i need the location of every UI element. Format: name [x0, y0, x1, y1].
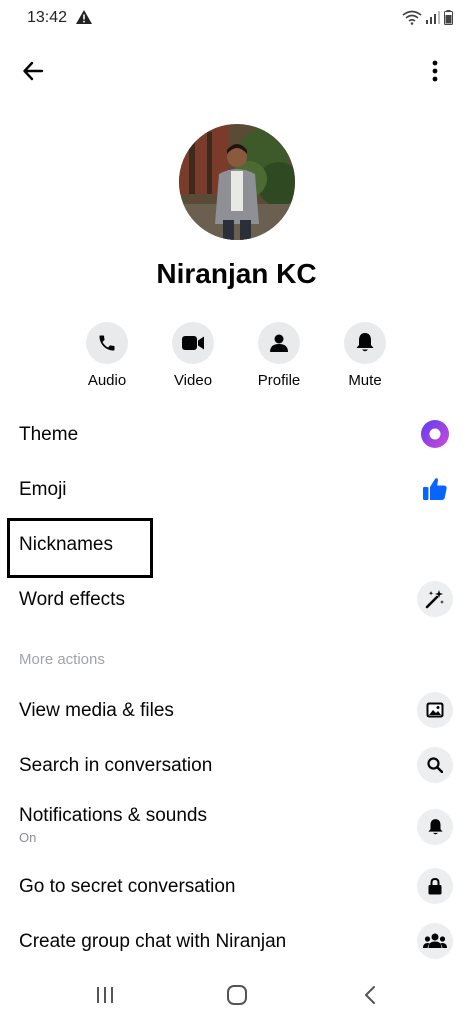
- home-icon: [227, 985, 247, 1005]
- image-icon: [417, 692, 453, 728]
- signal-icon: [426, 10, 440, 29]
- search-label: Search in conversation: [19, 755, 213, 776]
- more-actions-header: More actions: [19, 651, 105, 668]
- phone-icon: [86, 322, 128, 364]
- create-group-label: Create group chat with Niranjan: [19, 931, 287, 952]
- secret-conversation-label: Go to secret conversation: [19, 876, 236, 897]
- notifications-row[interactable]: Notifications & sounds On: [0, 789, 473, 855]
- emoji-label: Emoji: [19, 479, 67, 500]
- avatar[interactable]: [179, 124, 295, 240]
- profile-label: Profile: [257, 372, 301, 389]
- bell-icon: [417, 809, 453, 845]
- bell-icon: [344, 322, 386, 364]
- magic-wand-icon: [417, 581, 453, 617]
- theme-icon: [417, 416, 453, 452]
- emoji-row[interactable]: Emoji: [0, 463, 473, 517]
- audio-label: Audio: [87, 372, 127, 389]
- theme-label: Theme: [19, 424, 79, 445]
- thumbs-up-icon: [417, 471, 453, 507]
- system-back-button[interactable]: [350, 980, 390, 1010]
- view-media-row[interactable]: View media & files: [0, 684, 473, 738]
- wifi-icon: [402, 9, 422, 30]
- more-options-button[interactable]: [423, 54, 447, 88]
- group-icon: [417, 923, 453, 959]
- video-label: Video: [173, 372, 213, 389]
- secret-conversation-row[interactable]: Go to secret conversation: [0, 860, 473, 914]
- status-bar: 13:42: [0, 0, 473, 36]
- selection-highlight: [7, 518, 153, 578]
- audio-call-button[interactable]: Audio: [67, 322, 147, 389]
- create-group-row[interactable]: Create group chat with Niranjan: [0, 915, 473, 969]
- word-effects-row[interactable]: Word effects: [0, 573, 473, 627]
- system-nav-bar: [0, 970, 473, 1024]
- notifications-status: On: [19, 830, 37, 845]
- vertical-dots-icon: [432, 60, 438, 82]
- back-arrow-icon: [23, 61, 44, 81]
- warning-icon: [76, 10, 92, 29]
- status-icons: [402, 9, 453, 30]
- view-media-label: View media & files: [19, 700, 174, 721]
- recent-apps-icon: [97, 987, 113, 1003]
- search-row[interactable]: Search in conversation: [0, 739, 473, 793]
- person-icon: [258, 322, 300, 364]
- back-button[interactable]: [16, 54, 50, 88]
- search-icon: [417, 747, 453, 783]
- status-time: 13:42: [27, 9, 68, 26]
- notifications-label: Notifications & sounds: [19, 805, 207, 826]
- top-bar: [0, 50, 473, 90]
- word-effects-label: Word effects: [19, 589, 125, 610]
- home-button[interactable]: [217, 980, 257, 1010]
- video-call-button[interactable]: Video: [153, 322, 233, 389]
- recent-apps-button[interactable]: [85, 980, 125, 1010]
- mute-label: Mute: [348, 372, 382, 389]
- mute-button[interactable]: Mute: [325, 322, 405, 389]
- lock-icon: [417, 868, 453, 904]
- battery-icon: [444, 9, 453, 30]
- contact-name: Niranjan KC: [156, 258, 317, 289]
- profile-button[interactable]: Profile: [239, 322, 319, 389]
- chevron-left-icon: [365, 986, 375, 1004]
- video-icon: [172, 322, 214, 364]
- theme-row[interactable]: Theme: [0, 408, 473, 462]
